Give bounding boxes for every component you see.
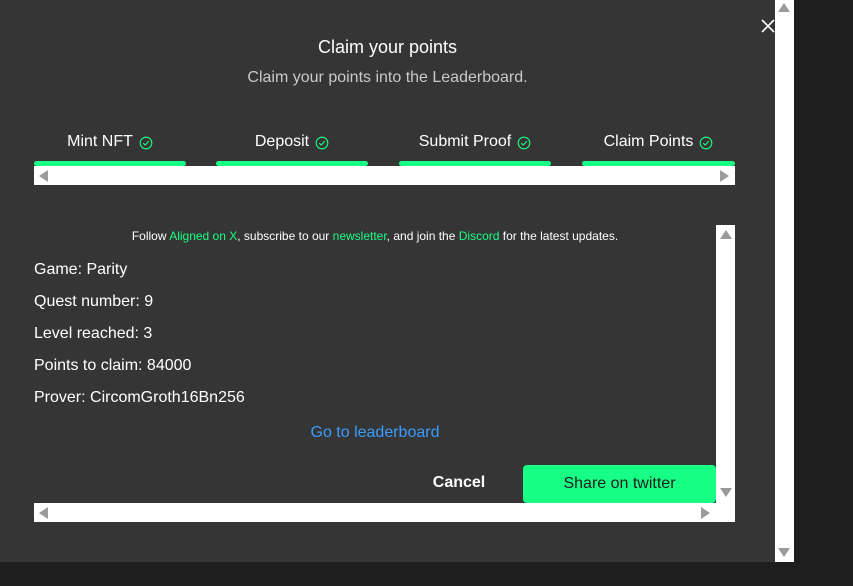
detail-game: Game: Parity <box>34 261 128 278</box>
page-vertical-scrollbar[interactable] <box>775 0 794 562</box>
step-label: Submit Proof <box>418 133 512 150</box>
scroll-left-icon[interactable] <box>39 507 48 519</box>
detail-points-to-claim: Points to claim: 84000 <box>34 357 192 374</box>
step-label: Mint NFT <box>67 133 133 150</box>
step-claim-points[interactable]: Claim Points <box>582 124 735 166</box>
step-mint-nft[interactable]: Mint NFT <box>34 124 186 166</box>
info-mid2: , and join the <box>386 229 459 243</box>
scroll-right-icon[interactable] <box>701 507 710 519</box>
scroll-down-icon[interactable] <box>720 488 732 497</box>
discord-link[interactable]: Discord <box>459 229 500 243</box>
info-suffix: for the latest updates. <box>499 229 619 243</box>
scroll-down-icon[interactable] <box>778 548 790 557</box>
detail-level-reached: Level reached: 3 <box>34 325 153 342</box>
check-circle-icon <box>315 136 329 150</box>
step-submit-proof[interactable]: Submit Proof <box>399 124 551 166</box>
aligned-x-link[interactable]: Aligned on X <box>169 229 237 243</box>
newsletter-link[interactable]: newsletter <box>333 229 387 243</box>
step-deposit[interactable]: Deposit <box>216 124 368 166</box>
detail-quest-number: Quest number: 9 <box>34 293 154 310</box>
cancel-button[interactable]: Cancel <box>424 474 494 492</box>
claim-points-modal: Claim your points Claim your points into… <box>0 0 775 562</box>
modal-title: Claim your points <box>317 37 458 57</box>
check-circle-icon <box>139 136 153 150</box>
share-on-twitter-button[interactable]: Share on twitter <box>523 465 716 503</box>
step-label: Claim Points <box>603 133 694 150</box>
progress-steps: Mint NFT Deposit Submit Proof Claim Poin… <box>34 124 735 166</box>
info-mid1: , subscribe to our <box>237 229 333 243</box>
info-prefix: Follow <box>131 229 170 243</box>
details-vertical-scrollbar[interactable] <box>716 225 735 503</box>
step-label: Deposit <box>254 133 310 150</box>
scroll-up-icon[interactable] <box>720 230 732 239</box>
go-to-leaderboard-link[interactable]: Go to leaderboard <box>34 424 716 442</box>
claim-details-panel: Follow Aligned on X, subscribe to our ne… <box>34 225 716 503</box>
detail-prover: Prover: CircomGroth16Bn256 <box>34 389 245 406</box>
check-circle-icon <box>700 136 713 150</box>
scroll-up-icon[interactable] <box>778 3 790 12</box>
scroll-left-icon[interactable] <box>39 170 48 182</box>
modal-subtitle: Claim your points into the Leaderboard. <box>247 69 528 86</box>
check-circle-icon <box>517 136 531 150</box>
follow-info-text: Follow Aligned on X, subscribe to our ne… <box>34 229 716 243</box>
scroll-right-icon[interactable] <box>720 170 729 182</box>
details-horizontal-scrollbar[interactable] <box>34 503 735 522</box>
steps-horizontal-scrollbar[interactable] <box>34 166 735 185</box>
